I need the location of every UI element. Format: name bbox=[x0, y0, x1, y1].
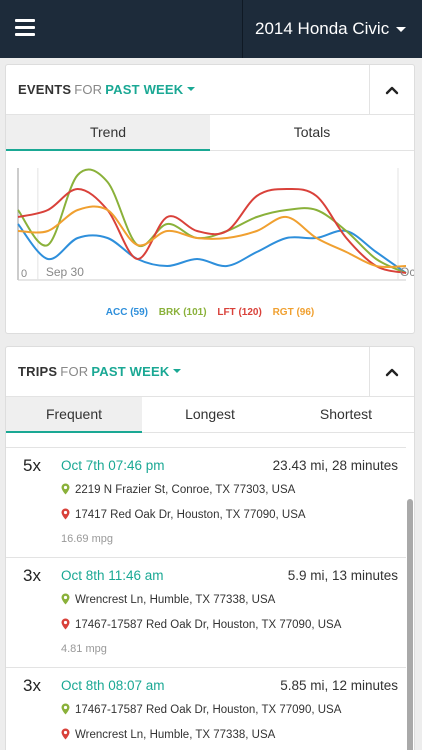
tab-shortest[interactable]: Shortest bbox=[278, 397, 414, 433]
trip-item[interactable]: 3x Oct 8th 11:46 am 5.9 mi, 13 minutes W… bbox=[6, 557, 406, 667]
chevron-up-icon bbox=[385, 368, 399, 377]
trip-datetime[interactable]: Oct 7th 07:46 pm bbox=[61, 458, 165, 473]
events-line-chart: 0 Sep 30 Oct bbox=[17, 168, 419, 281]
chart-legend: ACC (59) BRK (101) LFT (120) RGT (96) bbox=[6, 307, 414, 318]
trip-count: 3x bbox=[23, 676, 41, 695]
events-tabs: Trend Totals bbox=[6, 115, 414, 151]
trip-item[interactable]: 5x Oct 7th 07:46 pm 23.43 mi, 28 minutes… bbox=[6, 447, 406, 557]
trips-title: TRIPS FOR PAST WEEK bbox=[18, 364, 182, 379]
legend-acc: ACC (59) bbox=[105, 307, 148, 318]
trips-range-dropdown[interactable]: PAST WEEK bbox=[91, 364, 169, 379]
events-range-dropdown[interactable]: PAST WEEK bbox=[105, 82, 183, 97]
events-chart: 0 Sep 30 Oct bbox=[6, 160, 419, 295]
tab-totals[interactable]: Totals bbox=[210, 115, 414, 151]
origin-pin-icon bbox=[61, 703, 70, 715]
legend-rgt: RGT (96) bbox=[272, 307, 315, 318]
trip-destination: 17417 Red Oak Dr, Houston, TX 77090, USA bbox=[61, 508, 306, 521]
events-card: EVENTS FOR PAST WEEK Trend Totals 0 Sep 30 O… bbox=[5, 64, 419, 334]
trip-datetime[interactable]: Oct 8th 11:46 am bbox=[61, 568, 164, 583]
origin-pin-icon bbox=[61, 483, 70, 495]
x-tick-label: Sep 30 bbox=[46, 265, 84, 279]
events-collapse-button[interactable] bbox=[369, 65, 414, 115]
trip-destination: 17467-17587 Red Oak Dr, Houston, TX 7709… bbox=[61, 618, 341, 631]
trip-item[interactable]: 3x Oct 8th 08:07 am 5.85 mi, 12 minutes … bbox=[6, 667, 406, 750]
x-tick-label: Oct bbox=[400, 265, 414, 279]
legend-brk: BRK (101) bbox=[158, 307, 207, 318]
trip-count: 3x bbox=[23, 566, 41, 585]
tab-trend[interactable]: Trend bbox=[6, 115, 210, 151]
events-title: EVENTS FOR PAST WEEK bbox=[18, 82, 196, 97]
y-tick-label: 0 bbox=[21, 268, 27, 280]
destination-pin-icon bbox=[61, 618, 70, 630]
tab-longest[interactable]: Longest bbox=[142, 397, 278, 433]
chevron-up-icon bbox=[385, 86, 399, 95]
trip-mpg: 16.69 mpg bbox=[61, 533, 113, 545]
trips-tabs: Frequent Longest Shortest bbox=[6, 397, 414, 433]
trip-origin: 2219 N Frazier St, Conroe, TX 77303, USA bbox=[61, 483, 295, 496]
destination-pin-icon bbox=[61, 508, 70, 520]
destination-pin-icon bbox=[61, 728, 70, 740]
trip-origin: 17467-17587 Red Oak Dr, Houston, TX 7709… bbox=[61, 703, 341, 716]
trip-destination: Wrencrest Ln, Humble, TX 77338, USA bbox=[61, 728, 275, 741]
series-line-1 bbox=[17, 168, 407, 274]
trips-header: TRIPS FOR PAST WEEK bbox=[6, 347, 414, 397]
vehicle-name: 2014 Honda Civic bbox=[255, 19, 390, 38]
top-bar: 2014 Honda Civic bbox=[0, 0, 422, 58]
menu-icon[interactable] bbox=[12, 10, 42, 44]
trips-card: TRIPS FOR PAST WEEK Frequent Longest Short… bbox=[5, 346, 415, 750]
tab-frequent[interactable]: Frequent bbox=[6, 397, 142, 433]
trip-distance: 5.85 mi, 12 minutes bbox=[280, 678, 398, 693]
trip-list: 5x Oct 7th 07:46 pm 23.43 mi, 28 minutes… bbox=[6, 433, 406, 750]
trip-list-scrollbar[interactable] bbox=[406, 433, 414, 750]
legend-lft: LFT (120) bbox=[217, 307, 262, 318]
trips-collapse-button[interactable] bbox=[369, 347, 414, 397]
trip-mpg: 4.81 mpg bbox=[61, 643, 107, 655]
trip-distance: 23.43 mi, 28 minutes bbox=[272, 458, 398, 473]
chevron-down-icon bbox=[396, 26, 407, 32]
caret-down-icon[interactable] bbox=[173, 368, 182, 373]
scrollbar-thumb[interactable] bbox=[407, 499, 413, 750]
events-header: EVENTS FOR PAST WEEK bbox=[6, 65, 414, 115]
origin-pin-icon bbox=[61, 593, 70, 605]
trip-distance: 5.9 mi, 13 minutes bbox=[287, 568, 398, 583]
trip-datetime[interactable]: Oct 8th 08:07 am bbox=[61, 678, 165, 693]
vehicle-selector[interactable]: 2014 Honda Civic bbox=[243, 0, 422, 58]
caret-down-icon[interactable] bbox=[187, 86, 196, 91]
trip-count: 5x bbox=[23, 456, 41, 475]
trip-origin: Wrencrest Ln, Humble, TX 77338, USA bbox=[61, 593, 275, 606]
